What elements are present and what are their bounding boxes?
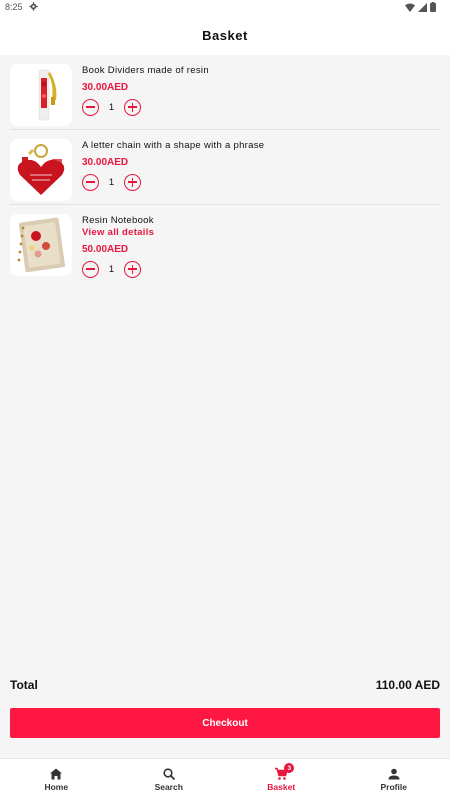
person-icon bbox=[388, 768, 400, 780]
basket-count-badge: 3 bbox=[284, 763, 295, 773]
product-image[interactable] bbox=[10, 214, 72, 276]
checkout-label: Checkout bbox=[202, 717, 248, 729]
quantity-stepper: 1 bbox=[82, 173, 141, 191]
item-name: Resin Notebook bbox=[82, 215, 154, 226]
notebook-image bbox=[10, 214, 72, 276]
decrease-quantity-button[interactable] bbox=[82, 260, 99, 278]
status-indicators bbox=[405, 2, 436, 12]
quantity-value: 1 bbox=[108, 263, 115, 275]
decrease-quantity-button[interactable] bbox=[82, 98, 99, 116]
item-price: 50.00AED bbox=[82, 244, 129, 255]
total-value: 110.00 AED bbox=[375, 678, 440, 692]
item-name: Book Dividers made of resin bbox=[82, 65, 209, 76]
nav-basket[interactable]: 3 Basket bbox=[225, 759, 338, 800]
quantity-value: 1 bbox=[108, 176, 115, 188]
nav-basket-label: Basket bbox=[267, 782, 296, 792]
basket-item[interactable]: Resin Notebook View all details 50.00AED… bbox=[0, 208, 450, 283]
total-label: Total bbox=[10, 678, 38, 692]
quantity-value: 1 bbox=[108, 101, 115, 113]
item-name: A letter chain with a shape with a phras… bbox=[82, 140, 265, 151]
nav-search[interactable]: Search bbox=[113, 759, 226, 800]
nav-profile[interactable]: Profile bbox=[338, 759, 450, 800]
quantity-stepper: 1 bbox=[82, 260, 141, 278]
item-divider bbox=[10, 204, 440, 205]
product-image[interactable] bbox=[10, 64, 72, 126]
settings-gear-icon bbox=[29, 2, 38, 11]
bookmark-image bbox=[10, 64, 72, 126]
bottom-navigation: Home Search 3 Basket Profile bbox=[0, 758, 450, 800]
quantity-stepper: 1 bbox=[82, 98, 141, 116]
nav-home[interactable]: Home bbox=[0, 759, 113, 800]
signal-icon bbox=[418, 2, 427, 12]
search-icon bbox=[163, 768, 175, 781]
status-bar: 8:25 bbox=[0, 0, 450, 15]
home-icon bbox=[50, 768, 63, 780]
nav-home-label: Home bbox=[44, 782, 69, 792]
checkout-button[interactable]: Checkout bbox=[10, 708, 440, 738]
total-row: Total 110.00 AED bbox=[10, 678, 440, 692]
product-image[interactable] bbox=[10, 139, 72, 201]
status-time: 8:25 bbox=[5, 2, 23, 12]
item-price: 30.00AED bbox=[82, 157, 129, 168]
wifi-icon bbox=[405, 3, 415, 12]
basket-item[interactable]: Book Dividers made of resin 30.00AED 1 bbox=[0, 58, 450, 133]
nav-search-label: Search bbox=[154, 782, 183, 792]
item-divider bbox=[10, 129, 440, 130]
keychain-image bbox=[10, 139, 72, 201]
page-title: Basket bbox=[202, 27, 248, 43]
decrease-quantity-button[interactable] bbox=[82, 173, 99, 191]
battery-icon bbox=[430, 2, 436, 12]
basket-item[interactable]: A letter chain with a shape with a phras… bbox=[0, 133, 450, 208]
increase-quantity-button[interactable] bbox=[124, 260, 141, 278]
increase-quantity-button[interactable] bbox=[124, 98, 141, 116]
app-header: Basket bbox=[0, 15, 450, 55]
item-price: 30.00AED bbox=[82, 82, 129, 93]
increase-quantity-button[interactable] bbox=[124, 173, 141, 191]
view-details-link[interactable]: View all details bbox=[82, 227, 154, 238]
nav-profile-label: Profile bbox=[380, 782, 407, 792]
